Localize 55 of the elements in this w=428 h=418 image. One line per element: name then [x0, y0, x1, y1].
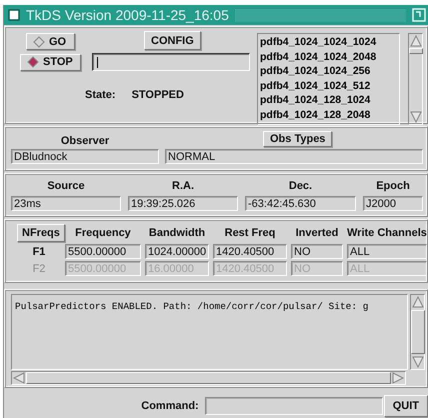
command-label: Command: — [141, 400, 199, 412]
observer-field[interactable]: DBludnock — [11, 149, 159, 164]
nfreqs-button[interactable]: NFreqs — [17, 224, 65, 242]
state-label: State: — [85, 89, 116, 101]
up-arrow-icon[interactable] — [408, 34, 422, 48]
freq-field[interactable]: NO — [291, 244, 343, 259]
source-field[interactable]: -63:42:45.630 — [245, 196, 356, 211]
observer-label: Observer — [60, 135, 110, 147]
field-label: Dec. — [288, 180, 314, 192]
column-header: Inverted — [294, 227, 340, 239]
source-field[interactable]: J2000 — [363, 196, 423, 211]
list-item[interactable]: pdfb4_1024_128_2048 — [260, 108, 397, 122]
maximize-icon[interactable] — [412, 8, 426, 22]
obs-types-button[interactable]: Obs Types — [263, 131, 332, 147]
freq-field[interactable]: 1420.40500 — [213, 244, 287, 259]
down-arrow-icon[interactable] — [408, 110, 422, 124]
quit-button[interactable]: QUIT — [384, 395, 428, 417]
log-area[interactable]: PulsarPredictors ENABLED. Path: /home/corr/cor/pulsar/ Site: g — [11, 294, 408, 370]
right-arrow-icon[interactable] — [391, 372, 405, 384]
radio-button[interactable]: STOP — [20, 54, 81, 70]
column-header: Write Channels — [347, 227, 427, 239]
freq-field[interactable]: 1024.00000 — [145, 244, 209, 259]
input-field[interactable] — [92, 53, 250, 71]
list-item[interactable]: pdfb4_1024_1024_2048 — [260, 50, 397, 64]
list-item[interactable]: pdfb4_1024_1024_1024 — [260, 35, 397, 50]
column-header: Frequency — [74, 227, 132, 239]
field-label: Epoch — [375, 180, 411, 192]
left-arrow-icon[interactable] — [12, 372, 26, 384]
source-field[interactable]: 19:39:25.026 — [128, 196, 238, 211]
config-button[interactable]: CONFIG — [144, 31, 201, 50]
log-line: PulsarPredictors ENABLED. Path: /home/corr/cor/pulsar/ Site: g — [15, 301, 370, 312]
down-arrow-icon[interactable] — [410, 355, 424, 369]
field-label: R.A. — [171, 180, 195, 192]
scrollbar[interactable] — [408, 33, 423, 125]
column-header: Rest Freq — [224, 227, 276, 239]
config-list[interactable]: pdfb4_1024_1024_1024 pdfb4_1024_1024_2048 pdfb4_1024_1024_256 pdfb4_1024_1024_512 pdfb4_1024_128_1024 pdfb4_1024_128_2048 — [257, 33, 400, 125]
list-item[interactable]: pdfb4_1024_1024_512 — [260, 78, 397, 93]
freq-field[interactable]: ALL — [347, 244, 427, 259]
command-field[interactable] — [204, 397, 383, 415]
row-label: F1 — [32, 246, 46, 258]
state-value: STOPPED — [132, 89, 184, 101]
field-label: Source — [46, 180, 86, 192]
window-title: TkDS Version 2009-11-25_16:05 — [26, 7, 229, 23]
scrollbar[interactable] — [11, 371, 406, 385]
up-arrow-icon[interactable] — [410, 295, 424, 309]
row-label: F2 — [32, 262, 46, 274]
radio-button[interactable]: GO — [26, 33, 75, 50]
obs-type-field[interactable]: NORMAL — [165, 149, 423, 164]
scrollbar[interactable] — [410, 294, 425, 370]
window-menu-icon[interactable] — [8, 9, 20, 21]
list-item[interactable]: pdfb4_1024_128_1024 — [260, 93, 397, 108]
list-item[interactable]: pdfb4_1024_1024_256 — [260, 64, 397, 78]
source-field[interactable]: 23ms — [11, 196, 121, 211]
freq-field[interactable]: 5500.00000 — [65, 244, 141, 259]
column-header: Bandwidth — [148, 227, 206, 239]
